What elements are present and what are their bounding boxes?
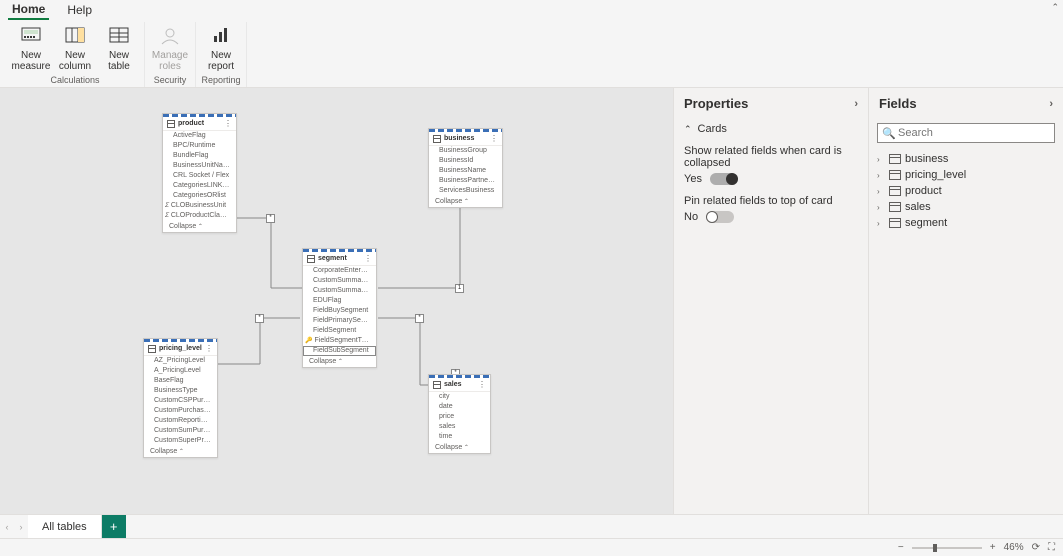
table-icon [889, 170, 901, 180]
ribbon-group-calculations: Newmeasure Newcolumn Newtable Calculatio… [6, 22, 145, 87]
table-icon [433, 381, 441, 389]
table-card-segment[interactable]: segment⋮ CorporateEnterpriseFlag CustomS… [302, 248, 377, 368]
chevron-right-icon: › [1049, 98, 1053, 110]
fields-header[interactable]: Fields › [869, 88, 1063, 119]
menu-bar: Home Help [0, 0, 1063, 20]
table-icon [148, 345, 156, 353]
model-canvas[interactable]: * 1 * * * product⋮ ActiveFlag BPC/Runtim… [0, 88, 673, 514]
table-icon [889, 202, 901, 212]
card-more-icon[interactable]: ⋮ [364, 254, 372, 263]
new-measure-button[interactable]: Newmeasure [10, 22, 52, 74]
tab-bar: ‹ › All tables + [0, 514, 1063, 538]
tab-nav-prev[interactable]: ‹ [0, 515, 14, 538]
chevron-right-icon: › [854, 98, 858, 110]
rel-marker: 1 [455, 284, 464, 293]
zoom-in-button[interactable]: + [990, 542, 996, 553]
card-more-icon[interactable]: ⋮ [478, 380, 486, 389]
table-icon [307, 255, 315, 263]
properties-panel: Properties › ⌃ Cards Show related fields… [673, 88, 868, 514]
card-more-icon[interactable]: ⋮ [205, 344, 213, 353]
collapse-button[interactable]: Collapse [429, 442, 490, 453]
table-card-pricing-level[interactable]: pricing_level⋮ AZ_PricingLevel A_Pricing… [143, 338, 218, 458]
new-report-button[interactable]: Newreport [200, 22, 242, 74]
tab-nav-next[interactable]: › [14, 515, 28, 538]
chevron-right-icon: › [877, 187, 885, 196]
search-icon: 🔍 [882, 127, 896, 140]
chevron-up-icon: ⌃ [684, 124, 692, 135]
fields-panel: Fields › 🔍 ›business ›pricing_level ›pro… [868, 88, 1063, 514]
collapse-button[interactable]: Collapse [163, 221, 236, 232]
chevron-right-icon: › [877, 219, 885, 228]
tab-all-tables[interactable]: All tables [28, 515, 102, 538]
table-card-product[interactable]: product⋮ ActiveFlag BPC/Runtime BundleFl… [162, 113, 237, 233]
toggle-show-related[interactable] [710, 173, 738, 185]
workspace: * 1 * * * product⋮ ActiveFlag BPC/Runtim… [0, 88, 1063, 514]
card-more-icon[interactable]: ⋮ [490, 134, 498, 143]
report-icon [209, 24, 233, 48]
ribbon: Newmeasure Newcolumn Newtable Calculatio… [0, 20, 1063, 88]
card-more-icon[interactable]: ⋮ [224, 119, 232, 128]
collapse-button[interactable]: Collapse [303, 356, 376, 367]
status-bar: − + 46% ⟳ ⛶ [0, 538, 1063, 556]
table-icon [167, 120, 175, 128]
rel-marker: * [255, 314, 264, 323]
table-card-business[interactable]: business⋮ BusinessGroup BusinessId Busin… [428, 128, 503, 208]
add-tab-button[interactable]: + [102, 515, 126, 538]
field-item-product[interactable]: ›product [875, 183, 1057, 199]
zoom-out-button[interactable]: − [898, 542, 904, 553]
fullscreen-button[interactable]: ⛶ [1048, 542, 1055, 553]
menu-home[interactable]: Home [8, 0, 49, 20]
setting-label: Pin related fields to top of card [684, 195, 858, 207]
measure-icon [19, 24, 43, 48]
field-item-segment[interactable]: ›segment [875, 215, 1057, 231]
properties-section-cards[interactable]: ⌃ Cards [674, 119, 868, 139]
new-table-button[interactable]: Newtable [98, 22, 140, 74]
chevron-right-icon: › [877, 203, 885, 212]
collapse-button[interactable]: Collapse [144, 446, 217, 457]
fields-list: ›business ›pricing_level ›product ›sales… [869, 147, 1063, 235]
fit-to-page-button[interactable]: ⟳ [1032, 542, 1040, 553]
properties-header[interactable]: Properties › [674, 88, 868, 119]
setting-label: Show related fields when card is collaps… [684, 145, 858, 169]
ribbon-group-security: Manageroles Security [145, 22, 196, 87]
table-icon [889, 186, 901, 196]
table-icon [107, 24, 131, 48]
fields-search-input[interactable] [877, 123, 1055, 143]
roles-icon [158, 24, 182, 48]
chevron-right-icon: › [877, 155, 885, 164]
table-icon [433, 135, 441, 143]
column-icon [63, 24, 87, 48]
menu-help[interactable]: Help [63, 1, 96, 19]
table-icon [889, 154, 901, 164]
collapse-button[interactable]: Collapse [429, 196, 502, 207]
field-item-business[interactable]: ›business [875, 151, 1057, 167]
new-column-button[interactable]: Newcolumn [54, 22, 96, 74]
field-item-pricing-level[interactable]: ›pricing_level [875, 167, 1057, 183]
rel-marker: * [415, 314, 424, 323]
manage-roles-button[interactable]: Manageroles [149, 22, 191, 74]
toggle-value: Yes [684, 173, 702, 185]
table-icon [889, 218, 901, 228]
chevron-right-icon: › [877, 171, 885, 180]
zoom-slider[interactable] [912, 547, 982, 549]
ribbon-group-reporting: Newreport Reporting [196, 22, 247, 87]
ribbon-collapse-icon[interactable]: ⌃ [1051, 2, 1059, 13]
field-item-sales[interactable]: ›sales [875, 199, 1057, 215]
zoom-level: 46% [1004, 542, 1024, 553]
toggle-value: No [684, 211, 698, 223]
table-card-sales[interactable]: sales⋮ city date price sales time Collap… [428, 374, 491, 454]
rel-marker: * [266, 214, 275, 223]
toggle-pin-related[interactable] [706, 211, 734, 223]
